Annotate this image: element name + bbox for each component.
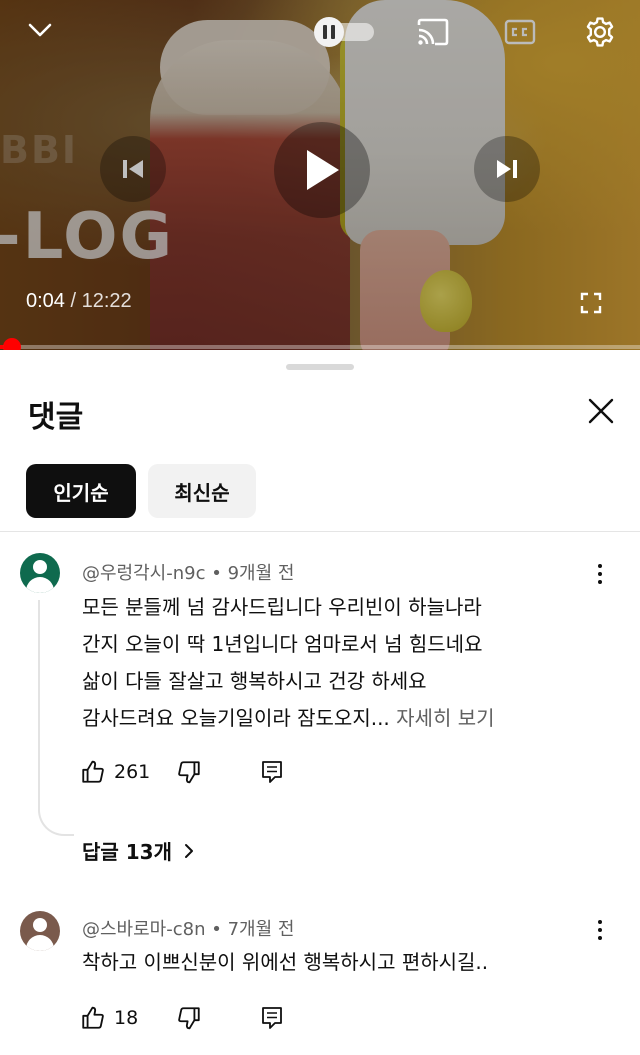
previous-video-button[interactable] bbox=[100, 136, 166, 202]
cast-button[interactable] bbox=[412, 14, 454, 50]
chevron-down-icon bbox=[28, 23, 52, 37]
chevron-right-icon bbox=[184, 843, 194, 859]
reply-thread-line bbox=[38, 600, 74, 836]
comment-menu-button[interactable] bbox=[588, 913, 612, 947]
read-more-link[interactable]: 자세히 보기 bbox=[390, 706, 494, 730]
gear-icon bbox=[586, 17, 614, 47]
close-button[interactable] bbox=[580, 390, 622, 432]
reply-button[interactable] bbox=[260, 1005, 284, 1031]
divider bbox=[0, 531, 640, 532]
minimize-player-button[interactable] bbox=[22, 14, 58, 46]
comment-line: 모든 분들께 넘 감사드립니다 우리빈이 하늘나라 bbox=[82, 595, 482, 619]
comment-line: 삶이 다들 잘살고 행복하시고 건강 하세요 bbox=[82, 669, 427, 693]
thumbs-down-icon bbox=[178, 761, 200, 784]
comment-line: 착하고 이쁘신분이 위에선 행복하시고 편하시길.. bbox=[82, 950, 489, 974]
comment-line-text: 감사드려요 오늘기일이라 잠도오지... bbox=[82, 706, 390, 730]
avatar-body-shape bbox=[26, 935, 54, 951]
like-count: 261 bbox=[114, 761, 151, 783]
comment-meta: @우렁각시-n9c • 9개월 전 bbox=[82, 559, 294, 585]
dislike-button[interactable] bbox=[176, 759, 260, 785]
thumbs-down-icon bbox=[178, 1007, 200, 1030]
dot-shape bbox=[598, 572, 602, 576]
avatar-head-shape bbox=[33, 560, 47, 574]
fullscreen-icon bbox=[580, 292, 602, 314]
total-duration: 12:22 bbox=[81, 290, 132, 312]
avatar[interactable] bbox=[20, 553, 60, 593]
reply-button[interactable] bbox=[260, 759, 284, 785]
dot-shape bbox=[598, 928, 602, 932]
comment-reply-icon bbox=[262, 761, 282, 783]
avatar[interactable] bbox=[20, 911, 60, 951]
dot-shape bbox=[598, 564, 602, 568]
cc-icon bbox=[504, 19, 536, 45]
dot-shape bbox=[598, 920, 602, 924]
skip-next-icon bbox=[497, 160, 517, 178]
panel-title: 댓글 bbox=[28, 400, 84, 435]
time-separator: / bbox=[64, 290, 82, 312]
dislike-button[interactable] bbox=[176, 1005, 260, 1031]
autoplay-toggle[interactable] bbox=[314, 17, 374, 47]
cast-icon bbox=[417, 18, 449, 46]
replies-label: 답글 13개 bbox=[82, 840, 172, 864]
play-icon bbox=[307, 150, 339, 190]
sort-chip-top[interactable]: 인기순 bbox=[26, 464, 136, 518]
video-player[interactable]: BBI -LOG 0:04 / 12:22 bbox=[0, 0, 640, 350]
next-video-button[interactable] bbox=[474, 136, 540, 202]
comment-line: 간지 오늘이 딱 1년입니다 엄마로서 넘 힘드네요 bbox=[82, 632, 483, 656]
meta-separator: • bbox=[205, 563, 228, 584]
app-root: BBI -LOG 0:04 / 12:22 댓글 인기순 최신순 @우렁각시-n… bbox=[0, 0, 640, 1055]
drag-handle[interactable] bbox=[286, 364, 354, 370]
comment-reply-icon bbox=[262, 1007, 282, 1029]
autoplay-knob bbox=[314, 17, 344, 47]
fullscreen-button[interactable] bbox=[574, 286, 608, 320]
dot-shape bbox=[598, 580, 602, 584]
comment-line: 감사드려요 오늘기일이라 잠도오지... 자세히 보기 bbox=[82, 700, 602, 737]
captions-button[interactable] bbox=[500, 16, 540, 48]
like-count: 18 bbox=[114, 1007, 139, 1029]
pause-icon bbox=[323, 25, 335, 39]
comment-text[interactable]: 모든 분들께 넘 감사드립니다 우리빈이 하늘나라 간지 오늘이 딱 1년입니다… bbox=[82, 589, 602, 737]
meta-separator: • bbox=[205, 919, 228, 940]
comment-meta: @스바로마-c8n • 7개월 전 bbox=[82, 915, 294, 941]
avatar-body-shape bbox=[26, 577, 54, 593]
thumbs-up-icon bbox=[82, 760, 104, 783]
comment-author[interactable]: @우렁각시-n9c bbox=[82, 563, 206, 584]
progress-bar[interactable] bbox=[0, 338, 640, 350]
close-icon bbox=[588, 398, 614, 424]
comment-actions: 18 bbox=[80, 1001, 284, 1035]
skip-previous-icon bbox=[123, 160, 143, 178]
like-button[interactable]: 261 bbox=[80, 759, 176, 785]
settings-button[interactable] bbox=[580, 12, 620, 52]
view-replies-button[interactable]: 답글 13개 bbox=[82, 836, 194, 865]
comment-author[interactable]: @스바로마-c8n bbox=[82, 919, 206, 940]
time-display: 0:04 / 12:22 bbox=[26, 290, 132, 313]
thumbs-up-icon bbox=[82, 1006, 104, 1029]
comment-actions: 261 bbox=[80, 755, 284, 789]
comment-text[interactable]: 착하고 이쁘신분이 위에선 행복하시고 편하시길.. bbox=[82, 944, 602, 981]
comment-time: 9개월 전 bbox=[227, 563, 295, 584]
comment-menu-button[interactable] bbox=[588, 557, 612, 591]
like-button[interactable]: 18 bbox=[80, 1005, 176, 1031]
comment-time: 7개월 전 bbox=[227, 919, 295, 940]
play-button[interactable] bbox=[274, 122, 370, 218]
sort-chip-newest[interactable]: 최신순 bbox=[148, 464, 256, 518]
avatar-head-shape bbox=[33, 918, 47, 932]
current-time: 0:04 bbox=[26, 290, 65, 312]
dot-shape bbox=[598, 936, 602, 940]
